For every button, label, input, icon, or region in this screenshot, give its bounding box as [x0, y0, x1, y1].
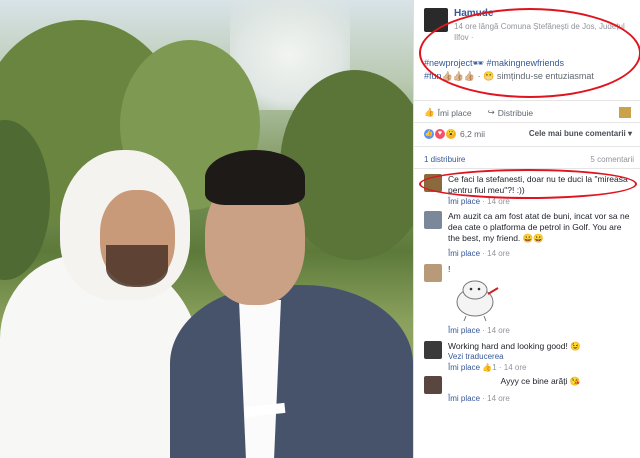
comment-text: !	[448, 264, 451, 274]
comment-like-button[interactable]: Îmi place	[448, 363, 480, 372]
like-icon: 👍	[482, 363, 493, 372]
highlight-ellipse	[419, 169, 637, 199]
comment-meta: Îmi place · 14 ore	[448, 325, 510, 336]
like-button[interactable]: 👍 Îmi place	[424, 107, 472, 118]
comment-text: Am auzit ca am fost atat de buni, incat …	[448, 211, 630, 243]
beard	[106, 245, 168, 287]
post-sidebar: Hamude 14 ore lângă Comuna Ștefănești de…	[413, 0, 640, 458]
divider	[414, 100, 640, 101]
commenter-avatar[interactable]	[424, 376, 442, 394]
comment: Am auzit ca am fost atat de buni, incat …	[424, 211, 636, 265]
comment: Ayyy ce bine arăți 😘 Îmi place · 14 ore	[424, 376, 636, 406]
post-actions: 👍 Îmi place ↪ Distribuie	[424, 107, 631, 118]
divider	[414, 146, 640, 147]
reactions-summary[interactable]: 👍 ♥ 😮 6,2 mii	[424, 129, 485, 139]
reactions-count: 6,2 mii	[460, 129, 486, 139]
comments-count: 5 comentarii	[590, 155, 634, 164]
like-icon: 👍	[424, 107, 435, 117]
commenter-avatar[interactable]	[424, 341, 442, 359]
commenter-avatar[interactable]	[424, 211, 442, 229]
comment-text: Ayyy ce bine arăți 😘	[500, 376, 581, 386]
comment-like-button[interactable]: Îmi place	[448, 326, 480, 335]
sticker-image[interactable]	[448, 276, 502, 322]
comment-time: · 14 ore	[482, 249, 510, 258]
like-label: Îmi place	[437, 107, 472, 118]
comment: ! Îmi place · 14 ore	[424, 264, 636, 336]
comment-time: · 14 ore	[482, 326, 510, 335]
share-label: Distribuie	[497, 107, 534, 118]
comment-time: · 14 ore	[498, 363, 527, 372]
wow-react-icon: 😮	[446, 129, 456, 139]
share-icon: ↪	[487, 107, 495, 117]
divider	[414, 122, 640, 123]
page-avatar[interactable]	[619, 107, 631, 118]
comment-meta: Vezi traducerea	[448, 351, 504, 362]
commenter-avatar[interactable]	[424, 264, 442, 282]
comment-time: · 14 ore	[482, 394, 510, 403]
comment-like-button[interactable]: Îmi place	[448, 249, 480, 258]
comment-meta: Îmi place 👍1 · 14 ore	[448, 362, 526, 373]
post-photo[interactable]	[0, 0, 413, 458]
comment-meta: Îmi place · 14 ore	[448, 248, 510, 259]
share-button[interactable]: ↪ Distribuie	[488, 107, 534, 118]
post-stats: 1 distribuire 5 comentarii	[424, 155, 634, 164]
comment-like-button[interactable]: Îmi place	[448, 394, 480, 403]
highlight-ellipse	[419, 8, 640, 98]
comment-sort-dropdown[interactable]: Cele mai bune comentarii ▾	[529, 129, 632, 138]
comment-like-count: 1	[492, 363, 497, 372]
shares-count[interactable]: 1 distribuire	[424, 155, 465, 164]
comment-meta: Îmi place · 14 ore	[448, 393, 510, 404]
person-right	[170, 285, 413, 458]
comment: Working hard and looking good! 😉 Vezi tr…	[424, 341, 636, 375]
love-react-icon: ♥	[435, 129, 445, 139]
hair	[205, 150, 305, 205]
comment-like-button[interactable]: Îmi place	[448, 197, 480, 206]
like-react-icon: 👍	[424, 129, 434, 139]
translate-link[interactable]: Vezi traducerea	[448, 352, 504, 361]
